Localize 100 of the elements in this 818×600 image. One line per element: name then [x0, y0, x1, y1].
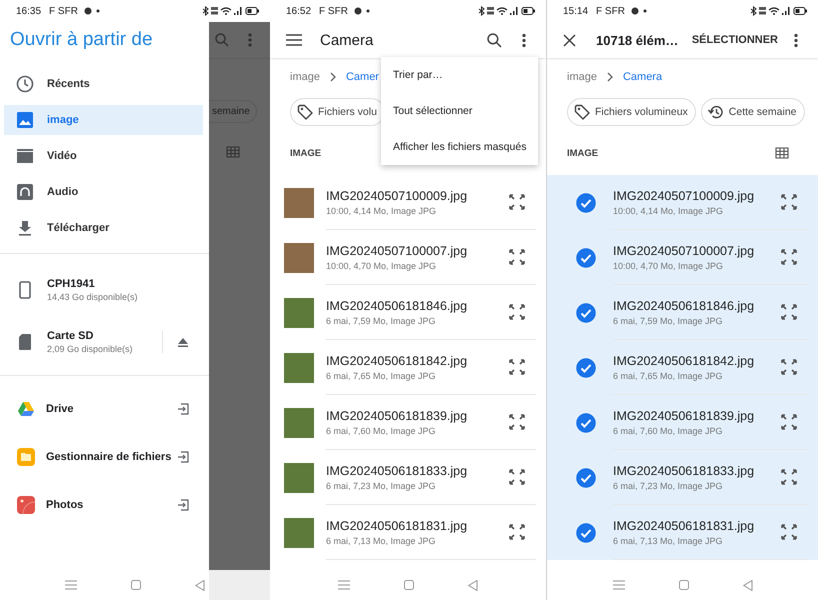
storage-name: Carte SD	[47, 330, 94, 342]
file-row[interactable]: IMG20240507100007.jpg 10:00, 4,70 Mo, Image JPG	[270, 230, 546, 285]
storage-item[interactable]: CPH1941 14,43 Go disponible(s)	[0, 264, 209, 316]
open-external-icon	[177, 451, 189, 463]
film-icon	[16, 147, 34, 165]
checked-circle-icon[interactable]	[576, 302, 596, 322]
home-icon[interactable]	[131, 580, 141, 590]
back-icon[interactable]	[742, 580, 752, 590]
menu-item[interactable]: Afficher les fichiers masqués	[381, 129, 538, 165]
breadcrumb-link[interactable]: image	[567, 71, 597, 83]
expand-icon[interactable]	[781, 304, 797, 320]
checked-circle-icon[interactable]	[576, 248, 596, 268]
recent-apps-icon[interactable]	[338, 580, 350, 590]
grid-view-icon[interactable]	[775, 147, 789, 159]
expand-icon[interactable]	[781, 359, 797, 375]
file-name: IMG20240506181833.jpg	[326, 464, 468, 478]
file-row[interactable]: IMG20240506181842.jpg 6 mai, 7,65 Mo, Image JPG	[270, 340, 546, 395]
expand-icon[interactable]	[781, 469, 797, 485]
storage-free-space: 14,43 Go disponible(s)	[47, 292, 138, 302]
eject-icon[interactable]	[178, 338, 188, 346]
file-row[interactable]: IMG20240506181839.jpg 6 mai, 7,60 Mo, Image JPG	[270, 395, 546, 450]
more-options-icon[interactable]	[794, 32, 798, 48]
status-time: 16:52	[286, 6, 312, 16]
file-name: IMG20240506181833.jpg	[613, 464, 756, 478]
drawer-item[interactable]: Audio	[4, 177, 203, 207]
drawer-item[interactable]: Vidéo	[4, 141, 203, 171]
file-row[interactable]: IMG20240506181846.jpg 6 mai, 7,59 Mo, Image JPG	[270, 285, 546, 340]
toolbar-title: Camera	[320, 32, 374, 48]
file-row[interactable]: IMG20240507100009.jpg 10:00, 4,14 Mo, Image JPG	[270, 175, 546, 230]
drawer-item[interactable]: Récents	[4, 69, 203, 99]
app-item[interactable]: Gestionnaire de fichiers	[0, 433, 209, 481]
filter-chip[interactable]: Cette semaine	[700, 98, 804, 126]
file-row[interactable]: IMG20240506181833.jpg 6 mai, 7,23 Mo, Image JPG	[547, 450, 818, 505]
drawer-item[interactable]: image	[4, 105, 203, 135]
close-icon[interactable]	[563, 34, 576, 46]
app-item[interactable]: Photos	[0, 481, 209, 529]
drawer-item[interactable]: Télécharger	[4, 213, 203, 243]
status-icons-drawing	[478, 6, 536, 16]
select-action-button[interactable]: SÉLECTIONNER	[690, 30, 780, 50]
expand-icon[interactable]	[781, 249, 797, 265]
triangle-logo-icon	[17, 400, 35, 418]
storage-free-space: 2,09 Go disponible(s)	[47, 344, 133, 354]
tag-icon	[297, 104, 313, 120]
file-name: IMG20240506181831.jpg	[326, 518, 468, 532]
checked-circle-icon[interactable]	[576, 412, 596, 432]
chevron-right-icon	[330, 72, 336, 82]
home-icon[interactable]	[678, 580, 688, 590]
file-name: IMG20240507100009.jpg	[326, 188, 468, 202]
expand-icon[interactable]	[781, 524, 797, 540]
expand-icon[interactable]	[509, 304, 525, 320]
expand-icon[interactable]	[509, 414, 525, 430]
expand-icon[interactable]	[781, 414, 797, 430]
recent-apps-icon[interactable]	[65, 580, 77, 590]
file-row[interactable]: IMG20240506181831.jpg 6 mai, 7,13 Mo, Image JPG	[270, 505, 546, 560]
carrier-name: F SFR	[319, 6, 348, 16]
expand-icon[interactable]	[509, 194, 525, 210]
storage-item[interactable]: Carte SD 2,09 Go disponible(s)	[0, 316, 209, 368]
more-options-icon	[248, 33, 252, 47]
recent-apps-icon[interactable]	[612, 580, 624, 590]
filter-chip: semaine	[209, 100, 257, 123]
checked-circle-icon[interactable]	[576, 358, 596, 378]
menu-item[interactable]: Trier par…	[381, 57, 538, 93]
file-details: 6 mai, 7,60 Mo, Image JPG	[326, 426, 437, 436]
expand-icon[interactable]	[509, 359, 525, 375]
file-name: IMG20240507100009.jpg	[613, 188, 756, 202]
expand-icon[interactable]	[509, 469, 525, 485]
home-icon[interactable]	[404, 580, 414, 590]
app-item[interactable]: Drive	[0, 385, 209, 433]
back-icon[interactable]	[468, 580, 478, 590]
more-options-icon[interactable]	[522, 32, 526, 48]
checked-circle-icon[interactable]	[576, 468, 596, 488]
file-row[interactable]: IMG20240506181842.jpg 6 mai, 7,65 Mo, Image JPG	[547, 340, 818, 395]
file-row[interactable]: IMG20240507100009.jpg 10:00, 4,14 Mo, Image JPG	[547, 175, 818, 230]
checked-circle-icon[interactable]	[576, 192, 596, 212]
file-row[interactable]: IMG20240507100007.jpg 10:00, 4,70 Mo, Image JPG	[547, 230, 818, 285]
phone-icon	[16, 281, 34, 299]
checked-circle-icon[interactable]	[576, 522, 596, 542]
expand-icon[interactable]	[509, 249, 525, 265]
file-row[interactable]: IMG20240506181833.jpg 6 mai, 7,23 Mo, Image JPG	[270, 450, 546, 505]
file-row[interactable]: IMG20240506181846.jpg 6 mai, 7,59 Mo, Image JPG	[547, 285, 818, 340]
file-row[interactable]: IMG20240506181831.jpg 6 mai, 7,13 Mo, Image JPG	[547, 505, 818, 560]
menu-icon[interactable]	[286, 34, 302, 46]
expand-icon[interactable]	[781, 194, 797, 210]
breadcrumb-link[interactable]: Camer	[346, 71, 379, 83]
breadcrumb-link[interactable]: image	[290, 71, 320, 83]
expand-icon[interactable]	[509, 524, 525, 540]
file-details: 10:00, 4,14 Mo, Image JPG	[613, 206, 724, 216]
file-details: 6 mai, 7,65 Mo, Image JPG	[326, 370, 437, 380]
filter-chip[interactable]: Fichiers volumineux	[567, 98, 696, 126]
file-details: 6 mai, 7,60 Mo, Image JPG	[613, 426, 724, 436]
search-icon[interactable]	[487, 32, 502, 48]
file-details: 6 mai, 7,23 Mo, Image JPG	[326, 480, 437, 490]
file-row[interactable]: IMG20240506181839.jpg 6 mai, 7,60 Mo, Image JPG	[547, 395, 818, 450]
file-name: IMG20240506181842.jpg	[326, 354, 468, 368]
file-name: IMG20240506181839.jpg	[326, 408, 468, 422]
breadcrumb-link[interactable]: Camera	[622, 71, 662, 83]
back-icon[interactable]	[195, 580, 205, 590]
file-name: IMG20240507100007.jpg	[326, 244, 468, 258]
file-details: 10:00, 4,14 Mo, Image JPG	[326, 206, 438, 216]
toolbar-title: 10718 élém…	[596, 32, 678, 48]
